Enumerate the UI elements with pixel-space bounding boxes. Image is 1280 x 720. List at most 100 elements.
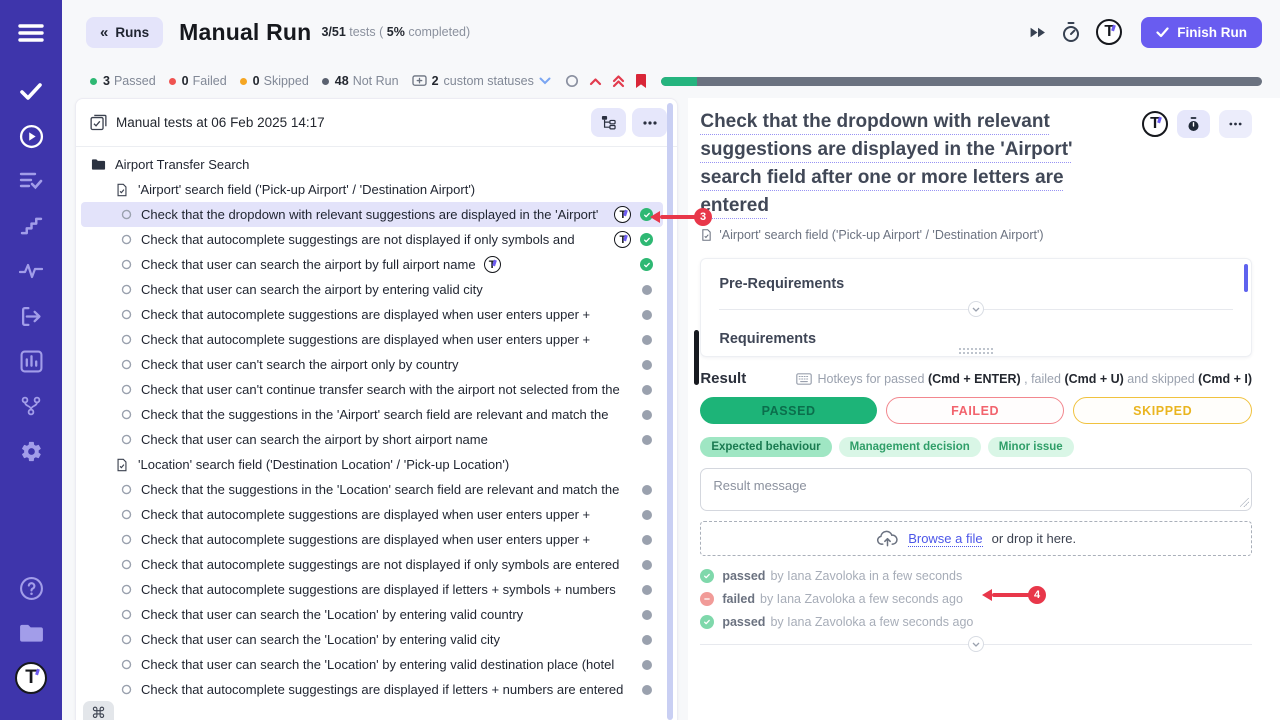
status-count-skipped: 0Skipped: [240, 74, 309, 88]
sidebar: T: [0, 0, 62, 720]
help-icon[interactable]: [14, 571, 48, 605]
history-entry: passedby Iana Zavoloka in a few seconds: [700, 569, 1252, 583]
tree-item-label: Check that autocomplete suggestions are …: [141, 532, 590, 547]
menu-icon[interactable]: [14, 16, 48, 50]
result-passed-button[interactable]: PASSED: [700, 397, 877, 424]
passed-status-icon: [700, 615, 714, 629]
tree-rows: Airport Transfer Search'Airport' search …: [76, 147, 677, 720]
testomatio-logo[interactable]: T: [14, 661, 48, 695]
result-buttons: PASSED FAILED SKIPPED: [700, 397, 1252, 424]
detail-scrollbar[interactable]: [694, 330, 699, 385]
timer-icon[interactable]: [1061, 21, 1081, 43]
tree-item-test[interactable]: Check that autocomplete suggestings are …: [81, 552, 663, 577]
history-entry: failedby Iana Zavoloka a few seconds ago: [700, 592, 1252, 606]
section-collapse-toggle[interactable]: [968, 301, 984, 317]
analytics-icon[interactable]: [14, 344, 48, 378]
drag-handle[interactable]: [958, 347, 994, 354]
account-logo-icon[interactable]: T: [1096, 19, 1122, 45]
tree-item-test[interactable]: Check that autocomplete suggestions are …: [81, 577, 663, 602]
test-bullet-icon: [121, 334, 132, 345]
status-notrun-icon: [642, 560, 652, 570]
annotation-badge-3: 3: [694, 208, 712, 226]
tree-item-test[interactable]: Check that autocomplete suggestions are …: [81, 502, 663, 527]
status-passed-icon: [640, 258, 653, 271]
fast-forward-icon[interactable]: [1029, 26, 1046, 39]
description-scrollbar[interactable]: [1244, 264, 1248, 292]
test-bullet-icon: [121, 559, 132, 570]
status-notrun-icon: [642, 360, 652, 370]
chevron-up-icon[interactable]: [589, 77, 602, 86]
bookmark-icon[interactable]: [635, 73, 647, 89]
command-key-button[interactable]: ⌘: [83, 701, 114, 720]
test-bullet-icon: [121, 359, 132, 370]
test-bullet-icon: [121, 409, 132, 420]
test-bullet-icon: [121, 384, 132, 395]
check-icon[interactable]: [14, 74, 48, 108]
tree-item-test[interactable]: Check that autocomplete suggestions are …: [81, 327, 663, 352]
projects-folder-icon[interactable]: [14, 616, 48, 650]
tree-item-doc[interactable]: 'Location' search field ('Destination Lo…: [81, 452, 663, 477]
status-notrun-icon: [642, 385, 652, 395]
tree-item-label: Check that autocomplete suggestions are …: [141, 307, 590, 322]
import-icon[interactable]: [14, 299, 48, 333]
result-message-input[interactable]: [700, 468, 1252, 511]
test-logo-icon[interactable]: T: [1142, 111, 1168, 137]
result-tag[interactable]: Minor issue: [988, 437, 1074, 457]
finish-run-button[interactable]: Finish Run: [1141, 17, 1262, 48]
result-skipped-button[interactable]: SKIPPED: [1073, 397, 1252, 424]
steps-icon[interactable]: [14, 209, 48, 243]
circle-status-icon[interactable]: [565, 74, 579, 88]
result-failed-button[interactable]: FAILED: [886, 397, 1065, 424]
history-collapse-toggle[interactable]: [968, 636, 984, 652]
tree-item-test[interactable]: Check that autocomplete suggestings are …: [81, 227, 663, 252]
test-bullet-icon: [121, 484, 132, 495]
tree-item-test[interactable]: Check that the suggestions in the 'Locat…: [81, 477, 663, 502]
tree-view-button[interactable]: [591, 108, 626, 137]
test-more-button[interactable]: [1219, 110, 1252, 138]
custom-statuses-toggle[interactable]: 2 custom statuses: [412, 74, 551, 88]
breadcrumb[interactable]: 'Airport' search field ('Pick-up Airport…: [700, 228, 1252, 242]
test-timer-button[interactable]: [1177, 110, 1210, 138]
result-tag[interactable]: Management decision: [839, 437, 981, 457]
tree-item-test[interactable]: Check that autocomplete suggestions are …: [81, 527, 663, 552]
finish-check-icon: [1156, 27, 1169, 38]
play-circle-icon[interactable]: [14, 119, 48, 153]
status-count-passed: 3Passed: [90, 74, 156, 88]
tree-item-test[interactable]: Check that user can search the 'Location…: [81, 627, 663, 652]
tree-item-test[interactable]: Check that user can't continue transfer …: [81, 377, 663, 402]
tree-item-test[interactable]: Check that autocomplete suggestings are …: [81, 677, 663, 702]
tree-item-test[interactable]: Check that user can't search the airport…: [81, 352, 663, 377]
folder-icon: [91, 157, 106, 172]
topbar: « Runs Manual Run 3/51 tests ( 5% comple…: [62, 0, 1280, 64]
tree-more-button[interactable]: [632, 108, 667, 137]
result-tag[interactable]: Expected behaviour: [700, 437, 831, 457]
tree-item-test[interactable]: Check that user can search the 'Location…: [81, 602, 663, 627]
branch-icon[interactable]: [14, 389, 48, 423]
app-root: T « Runs Manual Run 3/51 tests ( 5% comp…: [0, 0, 1280, 720]
test-title[interactable]: Check that the dropdown with relevant su…: [700, 108, 1142, 220]
back-to-runs-button[interactable]: « Runs: [86, 17, 163, 48]
activity-icon[interactable]: [14, 254, 48, 288]
breadcrumb-label: 'Airport' search field ('Pick-up Airport…: [719, 228, 1043, 242]
tree-item-test[interactable]: Check that user can search the airport b…: [81, 252, 663, 277]
status-notrun-icon: [642, 335, 652, 345]
tree-item-folder[interactable]: Airport Transfer Search: [81, 152, 663, 177]
tree-item-test[interactable]: Check that user can search the airport b…: [81, 427, 663, 452]
list-check-icon[interactable]: [14, 164, 48, 198]
file-drop-zone[interactable]: Browse a file or drop it here.: [700, 521, 1252, 556]
annotation-badge-4: 4: [1028, 586, 1046, 604]
chevron-down-icon: [539, 77, 551, 85]
browse-file-link[interactable]: Browse a file: [908, 531, 982, 547]
status-count-failed: 0Failed: [169, 74, 227, 88]
resize-grip-icon[interactable]: [1240, 498, 1249, 507]
tree-item-test-selected[interactable]: Check that the dropdown with relevant su…: [81, 202, 663, 227]
settings-gear-icon[interactable]: [14, 434, 48, 468]
tree-scrollbar[interactable]: [667, 103, 673, 720]
tree-item-label: Check that autocomplete suggestings are …: [141, 557, 619, 572]
tree-item-test[interactable]: Check that user can search the airport b…: [81, 277, 663, 302]
tree-item-test[interactable]: Check that autocomplete suggestions are …: [81, 302, 663, 327]
double-chevron-up-icon[interactable]: [612, 74, 625, 88]
tree-item-doc[interactable]: 'Airport' search field ('Pick-up Airport…: [81, 177, 663, 202]
tree-item-test[interactable]: Check that user can search the 'Location…: [81, 652, 663, 677]
tree-item-test[interactable]: Check that the suggestions in the 'Airpo…: [81, 402, 663, 427]
